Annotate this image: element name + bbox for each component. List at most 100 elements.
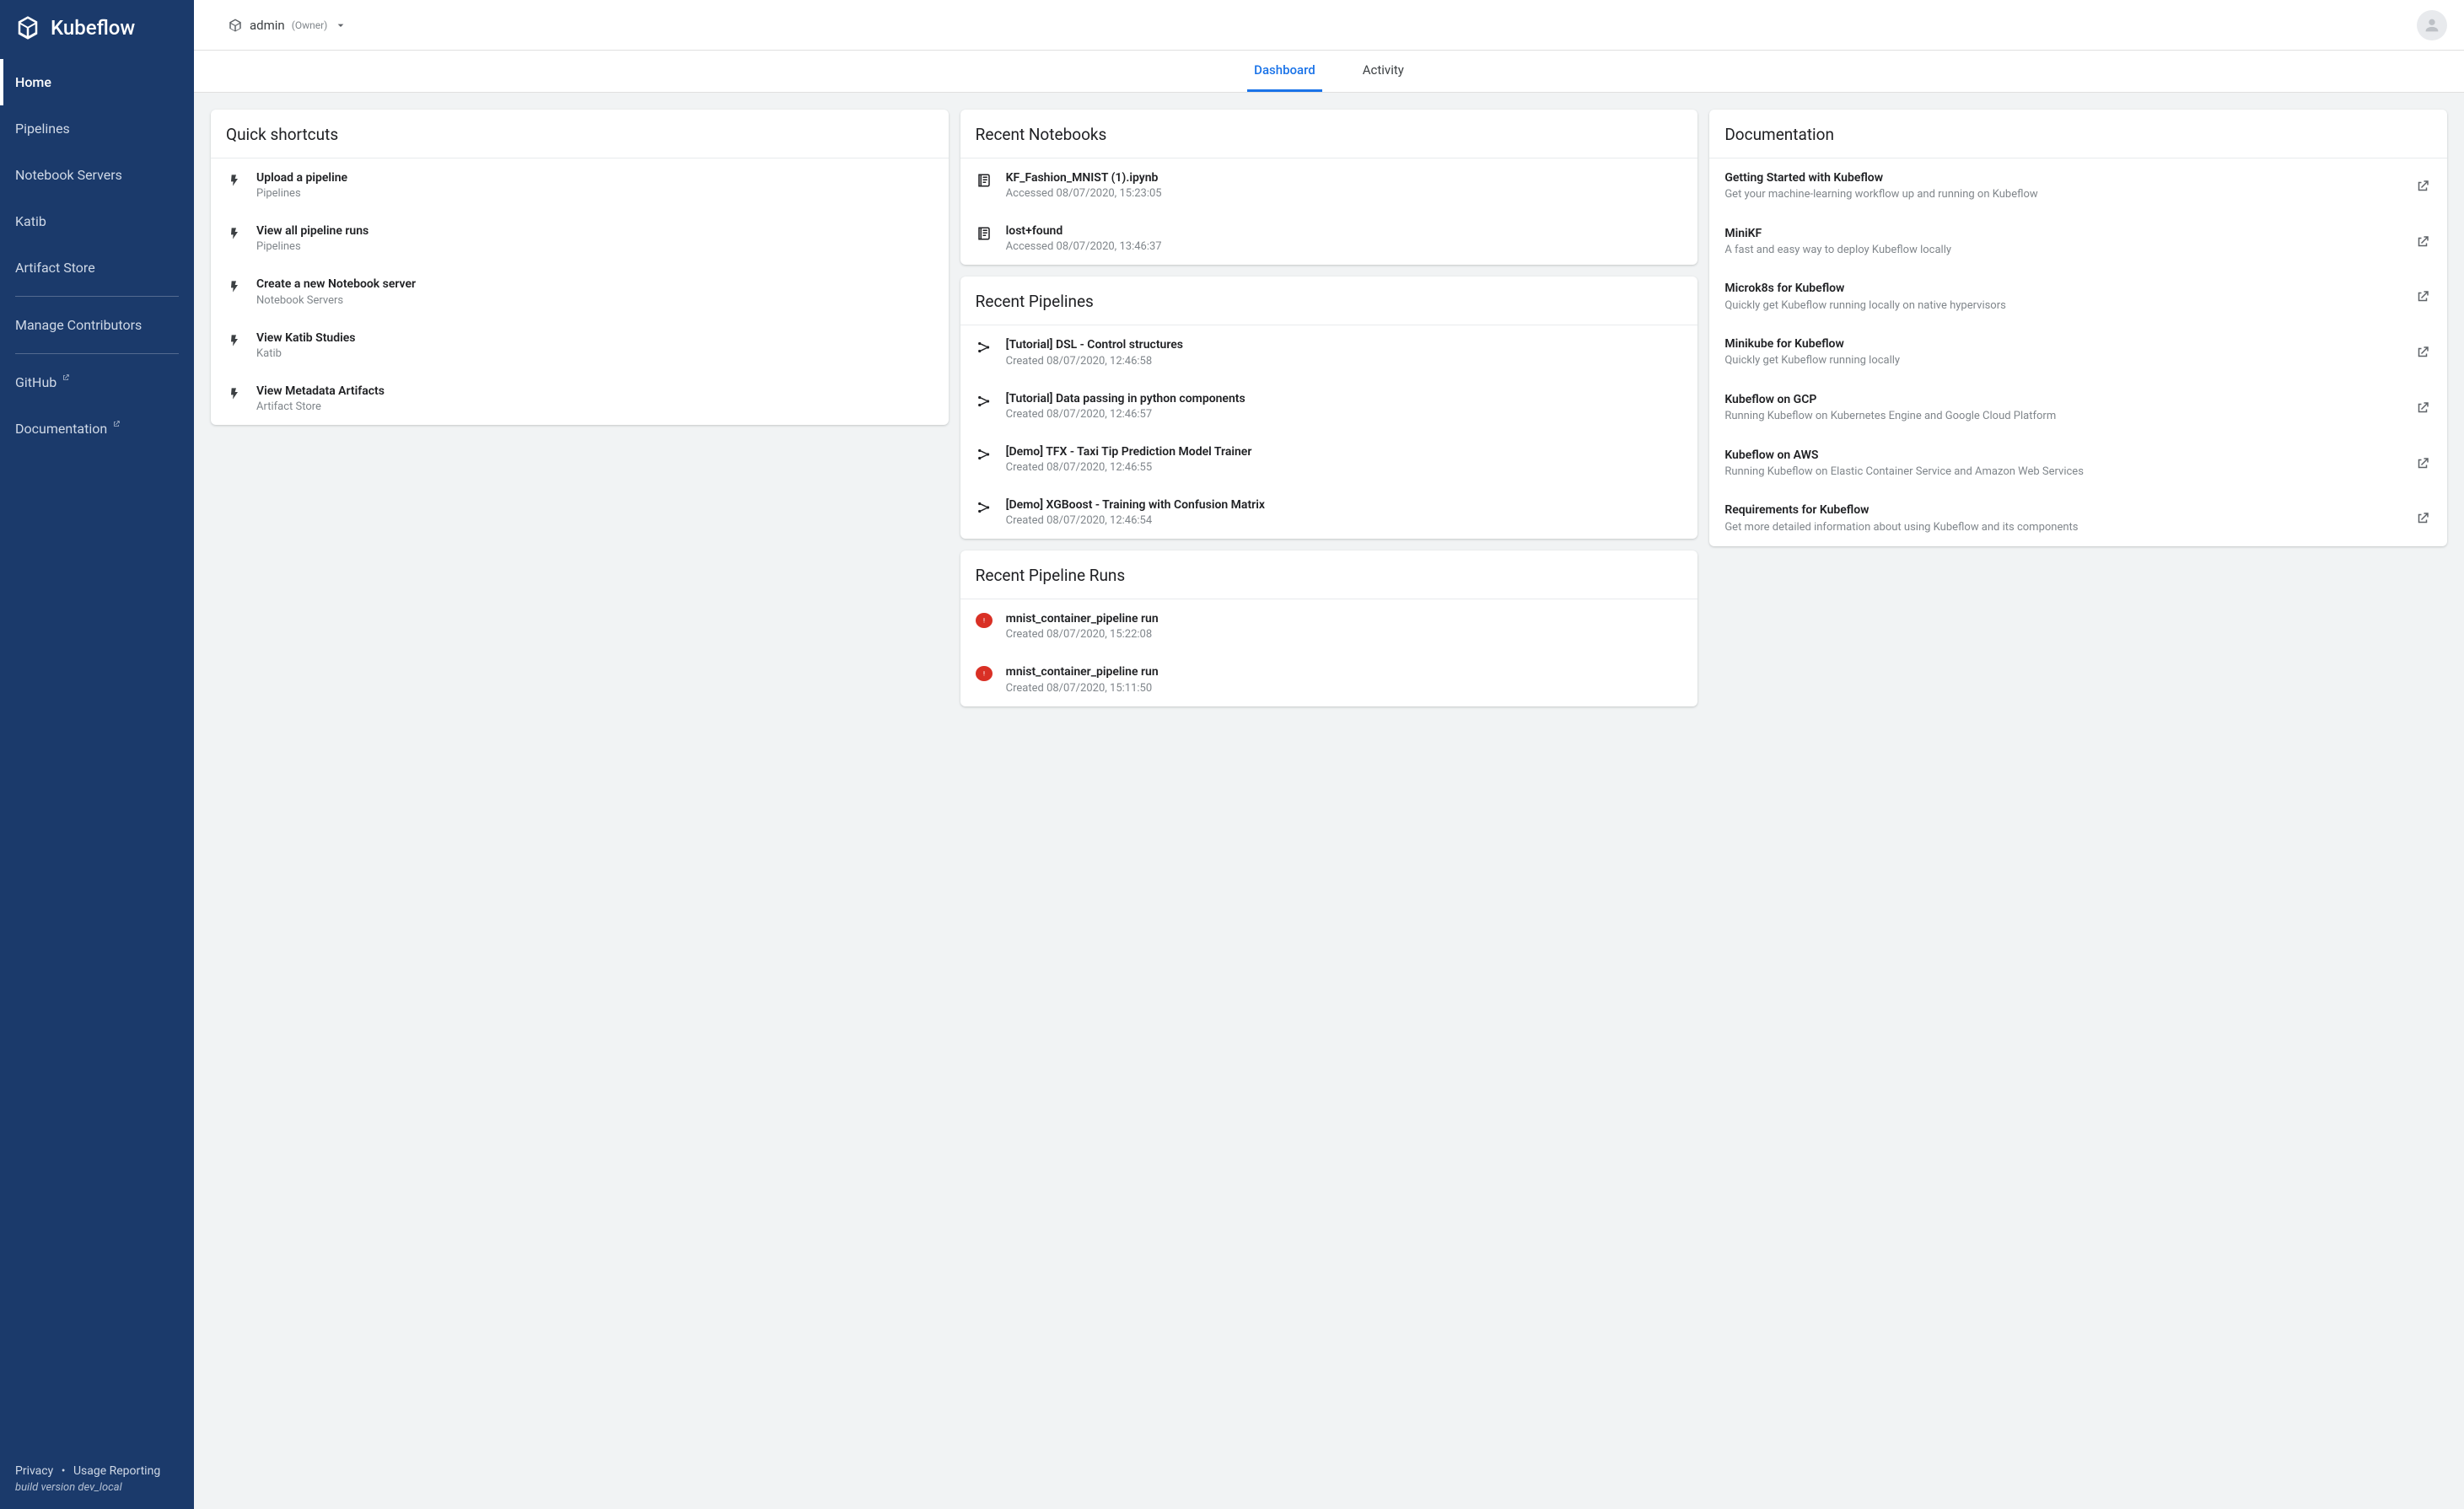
item-subtitle: Quickly get Kubeflow running locally (1724, 353, 2400, 368)
doc-link-gcp[interactable]: Kubeflow on GCP Running Kubeflow on Kube… (1709, 380, 2447, 436)
sidebar-item-notebook-servers[interactable]: Notebook Servers (0, 152, 194, 198)
doc-link-getting-started[interactable]: Getting Started with Kubeflow Get your m… (1709, 158, 2447, 214)
item-subtitle: Pipelines (256, 187, 933, 200)
item-title: Kubeflow on GCP (1724, 392, 2400, 407)
item-title: [Demo] TFX - Taxi Tip Prediction Model T… (1006, 444, 1683, 459)
pipeline-run-item[interactable]: mnist_container_pipeline run Created 08/… (960, 599, 1698, 652)
sidebar-item-label: GitHub (15, 374, 56, 390)
sidebar-item-pipelines[interactable]: Pipelines (0, 105, 194, 152)
sidebar-divider (15, 353, 179, 354)
pipeline-item[interactable]: [Tutorial] Data passing in python compon… (960, 379, 1698, 432)
sidebar-item-label: Pipelines (15, 121, 70, 137)
sidebar-item-documentation[interactable]: Documentation (0, 405, 194, 452)
item-subtitle: A fast and easy way to deploy Kubeflow l… (1724, 243, 2400, 258)
doc-link-minikf[interactable]: MiniKF A fast and easy way to deploy Kub… (1709, 214, 2447, 270)
shortcut-view-pipeline-runs[interactable]: View all pipeline runs Pipelines (211, 212, 949, 265)
item-subtitle: Get more detailed information about usin… (1724, 520, 2400, 535)
external-link-icon (2413, 454, 2432, 473)
item-subtitle: Created 08/07/2020, 12:46:58 (1006, 355, 1683, 368)
sidebar-item-manage-contributors[interactable]: Manage Contributors (0, 302, 194, 348)
tab-label: Dashboard (1254, 62, 1315, 78)
pipeline-item[interactable]: [Tutorial] DSL - Control structures Crea… (960, 325, 1698, 379)
shortcut-view-katib-studies[interactable]: View Katib Studies Katib (211, 319, 949, 372)
item-title: mnist_container_pipeline run (1006, 611, 1683, 626)
item-title: Kubeflow on AWS (1724, 448, 2400, 463)
item-title: Create a new Notebook server (256, 277, 933, 292)
item-subtitle: Get your machine-learning workflow up an… (1724, 187, 2400, 202)
item-title: lost+found (1006, 223, 1683, 239)
pipeline-item[interactable]: [Demo] XGBoost - Training with Confusion… (960, 486, 1698, 539)
sidebar-item-github[interactable]: GitHub (0, 359, 194, 405)
brand[interactable]: Kubeflow (0, 0, 194, 57)
sidebar-item-katib[interactable]: Katib (0, 198, 194, 244)
doc-link-aws[interactable]: Kubeflow on AWS Running Kubeflow on Elas… (1709, 436, 2447, 491)
external-link-icon (2413, 509, 2432, 528)
item-title: Minikube for Kubeflow (1724, 336, 2400, 352)
sidebar-item-label: Home (15, 74, 51, 90)
external-link-icon (2413, 233, 2432, 251)
pipeline-item[interactable]: [Demo] TFX - Taxi Tip Prediction Model T… (960, 432, 1698, 486)
shortcut-view-metadata-artifacts[interactable]: View Metadata Artifacts Artifact Store (211, 372, 949, 425)
tab-dashboard[interactable]: Dashboard (1247, 51, 1322, 92)
avatar[interactable] (2417, 10, 2447, 40)
graph-icon (976, 499, 993, 516)
topbar: admin (Owner) (194, 0, 2464, 51)
sidebar-item-label: Documentation (15, 421, 107, 437)
bolt-icon (226, 225, 243, 242)
item-subtitle: Running Kubeflow on Elastic Container Se… (1724, 465, 2400, 480)
sidebar-footer: Privacy • Usage Reporting build version … (0, 1454, 194, 1509)
item-title: View Katib Studies (256, 330, 933, 346)
item-subtitle: Artifact Store (256, 400, 933, 413)
build-version: build version dev_local (15, 1481, 179, 1494)
item-title: MiniKF (1724, 226, 2400, 241)
shortcut-create-notebook-server[interactable]: Create a new Notebook server Notebook Se… (211, 265, 949, 318)
pipeline-run-item[interactable]: mnist_container_pipeline run Created 08/… (960, 652, 1698, 706)
sidebar-nav: Home Pipelines Notebook Servers Katib Ar… (0, 57, 194, 452)
item-subtitle: Quickly get Kubeflow running locally on … (1724, 298, 2400, 314)
item-title: Requirements for Kubeflow (1724, 502, 2400, 518)
footer-usage-link[interactable]: Usage Reporting (73, 1464, 160, 1478)
namespace-picker[interactable]: admin (Owner) (228, 18, 347, 33)
notebook-item[interactable]: lost+found Accessed 08/07/2020, 13:46:37 (960, 212, 1698, 265)
bolt-icon (226, 385, 243, 402)
card-recent-pipeline-runs: Recent Pipeline Runs mnist_container_pip… (960, 550, 1698, 706)
dashboard-content: Quick shortcuts Upload a pipeline Pipeli… (194, 93, 2464, 723)
external-link-icon (112, 420, 121, 428)
sidebar-item-label: Notebook Servers (15, 167, 122, 183)
footer-privacy-link[interactable]: Privacy (15, 1464, 53, 1478)
item-subtitle: Pipelines (256, 240, 933, 253)
item-subtitle: Accessed 08/07/2020, 15:23:05 (1006, 187, 1683, 200)
kubeflow-logo-icon (15, 15, 40, 40)
tabs: Dashboard Activity (194, 51, 2464, 93)
external-link-icon (2413, 343, 2432, 362)
error-status-icon (976, 613, 993, 628)
item-title: Upload a pipeline (256, 170, 933, 185)
card-quick-shortcuts: Quick shortcuts Upload a pipeline Pipeli… (211, 110, 949, 425)
brand-name: Kubeflow (51, 16, 135, 40)
sidebar-item-home[interactable]: Home (0, 59, 194, 105)
doc-link-minikube[interactable]: Minikube for Kubeflow Quickly get Kubefl… (1709, 325, 2447, 380)
item-subtitle: Created 08/07/2020, 15:11:50 (1006, 682, 1683, 695)
graph-icon (976, 393, 993, 410)
tab-activity[interactable]: Activity (1356, 51, 1411, 92)
card-title: Recent Pipeline Runs (960, 550, 1698, 599)
external-link-icon (2413, 287, 2432, 306)
bolt-icon (226, 278, 243, 295)
sidebar: Kubeflow Home Pipelines Notebook Servers… (0, 0, 194, 1509)
item-subtitle: Accessed 08/07/2020, 13:46:37 (1006, 240, 1683, 253)
item-title: Microk8s for Kubeflow (1724, 281, 2400, 296)
namespace-name: admin (250, 18, 285, 33)
item-title: KF_Fashion_MNIST (1).ipynb (1006, 170, 1683, 185)
item-title: [Tutorial] Data passing in python compon… (1006, 391, 1683, 406)
item-subtitle: Created 08/07/2020, 15:22:08 (1006, 628, 1683, 641)
item-title: View Metadata Artifacts (256, 384, 933, 399)
item-subtitle: Running Kubeflow on Kubernetes Engine an… (1724, 409, 2400, 424)
footer-separator: • (56, 1464, 71, 1478)
notebook-item[interactable]: KF_Fashion_MNIST (1).ipynb Accessed 08/0… (960, 158, 1698, 212)
sidebar-item-artifact-store[interactable]: Artifact Store (0, 244, 194, 291)
doc-link-microk8s[interactable]: Microk8s for Kubeflow Quickly get Kubefl… (1709, 269, 2447, 325)
bolt-icon (226, 332, 243, 349)
doc-link-requirements[interactable]: Requirements for Kubeflow Get more detai… (1709, 491, 2447, 546)
shortcut-upload-pipeline[interactable]: Upload a pipeline Pipelines (211, 158, 949, 212)
item-title: mnist_container_pipeline run (1006, 664, 1683, 679)
